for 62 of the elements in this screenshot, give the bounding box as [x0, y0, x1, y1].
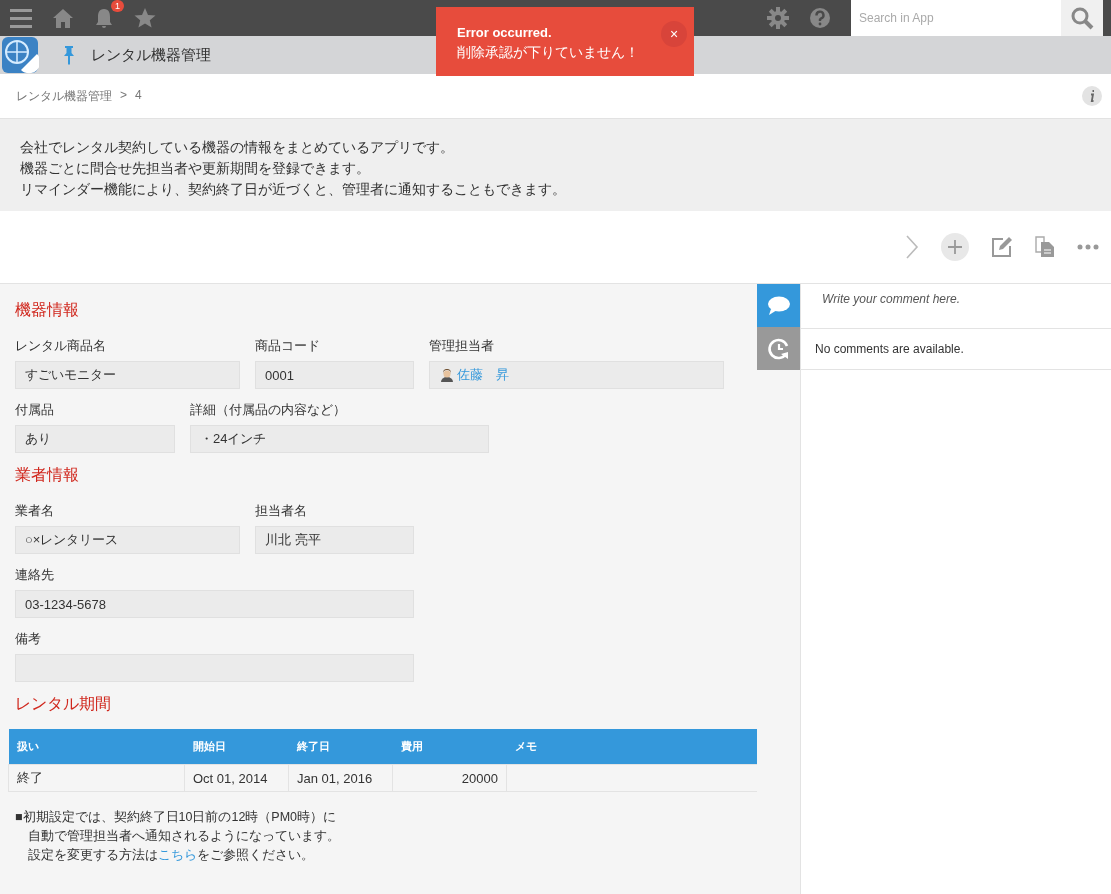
notification-badge: 1 [111, 0, 124, 12]
field-label: 連絡先 [15, 566, 55, 584]
menu-icon[interactable] [10, 8, 32, 28]
app-icon[interactable] [1, 36, 39, 74]
info-icon[interactable] [1081, 85, 1103, 107]
app-title: レンタル機器管理 [91, 45, 211, 65]
column-header: 開始日 [184, 729, 289, 765]
section-title: レンタル期間 [15, 694, 112, 714]
error-message: 削除承認が下りていません！ [457, 44, 640, 62]
field-value: あり [15, 425, 175, 453]
help-icon[interactable] [809, 7, 831, 29]
field-value: ○×レンタリース [15, 526, 240, 554]
history-icon [766, 336, 791, 361]
search-field[interactable]: Search in App [851, 0, 1061, 36]
column-header: 費用 [392, 729, 507, 765]
field-value: 03-1234-5678 [15, 590, 414, 618]
pin-icon[interactable] [63, 45, 75, 65]
section-title: 機器情報 [15, 300, 80, 320]
field-label: 管理担当者 [429, 337, 495, 355]
note-text: ■初期設定では、契約終了日10日前の12時（PM0時）に 自動で管理担当者へ通知されるようになっています。 設定を変更する方法はこちら をご参照ください。 [15, 809, 340, 864]
table-cell: 終了 [8, 764, 185, 792]
column-header: 終了日 [288, 729, 393, 765]
close-button[interactable]: × [661, 21, 687, 47]
field-label: 業者名 [15, 502, 55, 520]
settings-icon[interactable] [767, 7, 789, 29]
more-icon[interactable] [1077, 244, 1099, 250]
no-comments-text: No comments are available. [801, 329, 1111, 370]
field-value: 川北 亮平 [255, 526, 414, 554]
breadcrumb-item[interactable]: レンタル機器管理 [16, 87, 112, 105]
field-value: ・24インチ [190, 425, 489, 453]
user-link[interactable]: 佐藤 昇 [457, 366, 509, 384]
edit-icon[interactable] [991, 236, 1013, 258]
history-tab[interactable] [757, 327, 800, 370]
add-icon[interactable] [941, 233, 969, 261]
breadcrumb-item[interactable]: 4 [135, 87, 142, 105]
field-label: レンタル商品名 [15, 337, 107, 355]
search-icon [1070, 6, 1094, 30]
speech-bubble-icon [766, 295, 791, 316]
settings-link[interactable]: こちら [158, 848, 197, 862]
breadcrumb-separator: > [120, 87, 127, 104]
copy-icon[interactable] [1035, 236, 1055, 258]
field-label: 付属品 [15, 401, 55, 419]
column-header: 扱い [8, 729, 185, 765]
comment-tab[interactable] [757, 284, 800, 327]
bell-icon[interactable] [94, 7, 114, 29]
field-value: すごいモニター [15, 361, 240, 389]
field-value: 0001 [255, 361, 414, 389]
error-title: Error occurred. [457, 25, 553, 40]
app-description: 会社でレンタル契約している機器の情報をまとめているアプリです。 機器ごとに問合せ先担当者や更新期間を登録できます。 リマインダー機能により、契約終了日が近づくと、管理者に通知することもできます。 [0, 118, 1111, 211]
home-icon[interactable] [52, 8, 74, 28]
avatar-icon [439, 368, 455, 382]
table-cell: 20000 [392, 764, 507, 792]
field-label: 備考 [15, 630, 42, 648]
search-button[interactable] [1061, 0, 1103, 36]
field-label: 担当者名 [255, 502, 308, 520]
table-cell: Jan 01, 2016 [288, 764, 393, 792]
field-label: 詳細（付属品の内容など） [190, 401, 347, 419]
section-title: 業者情報 [15, 465, 80, 485]
field-label: 商品コード [255, 337, 321, 355]
table-cell: Oct 01, 2014 [184, 764, 289, 792]
star-icon[interactable] [134, 8, 156, 28]
next-record-icon[interactable] [905, 235, 919, 259]
